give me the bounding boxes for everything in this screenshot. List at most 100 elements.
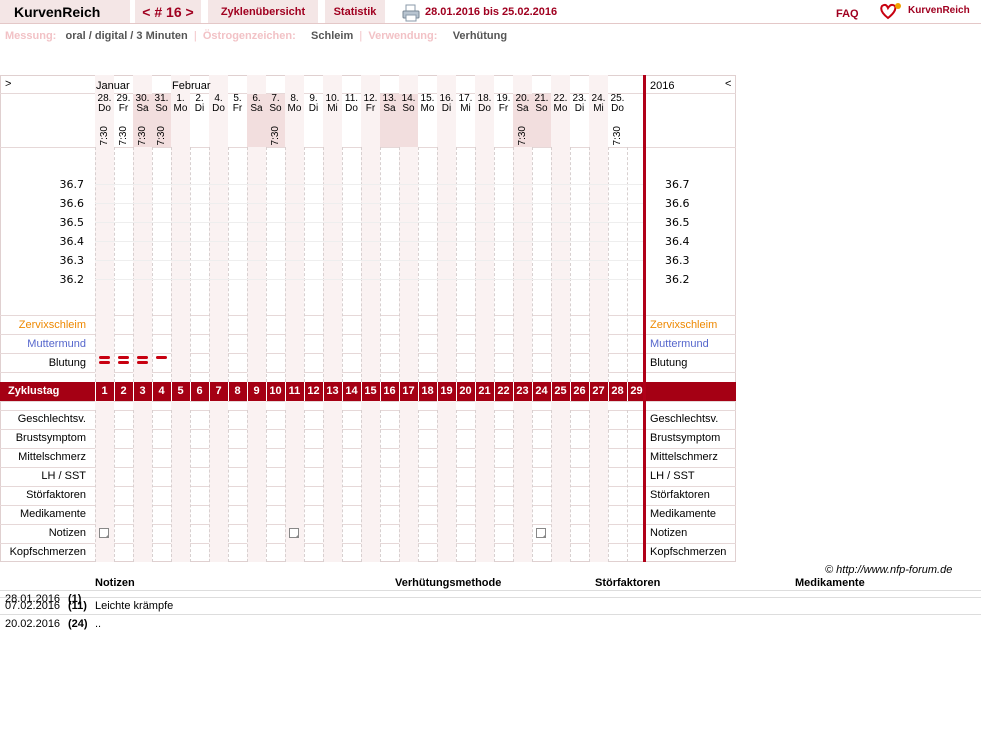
cycle-navigator[interactable]: < # 16 >: [135, 0, 201, 24]
weekday: Di: [194, 103, 205, 114]
prev-nav[interactable]: >: [5, 78, 11, 90]
column-divider: [247, 147, 248, 382]
cycle-day[interactable]: 19: [437, 382, 456, 401]
cycle-day[interactable]: 10: [266, 382, 285, 401]
column-band: [361, 75, 380, 562]
faq-link[interactable]: FAQ: [836, 8, 859, 20]
cycle-day[interactable]: 13: [323, 382, 342, 401]
cycle-day[interactable]: 5: [171, 382, 190, 401]
column-divider: [551, 147, 552, 382]
bleeding-mark: [118, 361, 129, 364]
column-divider: [209, 147, 210, 382]
column-divider: [551, 410, 552, 562]
row-label-bleeding-right: Blutung: [650, 357, 688, 369]
weekday: Mo: [420, 103, 435, 114]
column-divider: [95, 410, 96, 562]
tab-cycle-overview[interactable]: Zyklenübersicht: [208, 0, 318, 24]
row-label-right: Kopfschmerzen: [650, 546, 727, 558]
cycle-day[interactable]: 16: [380, 382, 399, 401]
column-divider: [114, 410, 115, 562]
column-divider: [627, 410, 628, 562]
date-column: 30. Sa 7:30: [133, 94, 152, 146]
cycle-day[interactable]: 3: [133, 382, 152, 401]
next-nav[interactable]: <: [725, 78, 731, 90]
cycle-day[interactable]: 24: [532, 382, 551, 401]
note-icon[interactable]: [536, 528, 546, 538]
bleeding-mark: [99, 356, 110, 359]
column-divider: [437, 410, 438, 562]
weekday: Di: [441, 103, 452, 114]
temperature-label: 36.4: [59, 235, 85, 248]
cycle-day[interactable]: 25: [551, 382, 570, 401]
temperature-gridline: [95, 222, 643, 223]
cycle-day[interactable]: 15: [361, 382, 380, 401]
cycle-day[interactable]: 20: [456, 382, 475, 401]
cycle-day[interactable]: 9: [247, 382, 266, 401]
copyright[interactable]: © http://www.nfp-forum.de: [825, 564, 952, 576]
cycle-day[interactable]: 22: [494, 382, 513, 401]
weekday: Do: [478, 103, 491, 114]
cycle-chart: > Januar Februar 2016 < 28. Do 7:30 29. Fr 7:…: [0, 75, 736, 562]
date-column: 9. Di: [304, 94, 323, 114]
cycle-day[interactable]: 11: [285, 382, 304, 401]
note-icon[interactable]: [99, 528, 109, 538]
row-label: Kopfschmerzen: [9, 546, 86, 558]
column-divider: [361, 410, 362, 562]
printer-icon[interactable]: [402, 4, 420, 22]
measurement-value: oral / digital / 3 Minuten: [65, 30, 188, 42]
logo[interactable]: KurvenReich: [880, 2, 981, 22]
weekday: Di: [308, 103, 319, 114]
cycle-day[interactable]: 1: [95, 382, 114, 401]
notes-table-header: Notizen Verhütungsmethode Störfaktoren M…: [0, 577, 981, 591]
cycle-day[interactable]: 27: [589, 382, 608, 401]
cycle-day[interactable]: 23: [513, 382, 532, 401]
weekday: Mi: [327, 103, 338, 114]
measurement-time: 7:30: [118, 126, 129, 146]
cycle-day[interactable]: 21: [475, 382, 494, 401]
cycle-day[interactable]: 8: [228, 382, 247, 401]
app-title[interactable]: KurvenReich: [0, 0, 130, 24]
weekday: So: [535, 103, 548, 114]
row-label-right: Geschlechtsv.: [650, 413, 719, 425]
column-band: [171, 75, 190, 562]
tab-statistics[interactable]: Statistik: [325, 0, 385, 24]
note-date: 07.02.2016: [5, 600, 61, 612]
column-divider: [532, 410, 533, 562]
column-divider: [304, 147, 305, 382]
note-icon[interactable]: [289, 528, 299, 538]
date-column: 8. Mo: [285, 94, 304, 114]
column-divider: [323, 410, 324, 562]
row-label: Notizen: [48, 527, 86, 539]
temperature-gridline: [95, 279, 643, 280]
temperature-label-right: 36.3: [665, 254, 690, 267]
cycle-day[interactable]: 14: [342, 382, 361, 401]
column-divider: [532, 147, 533, 382]
bleeding-mark: [137, 361, 148, 364]
cycle-day[interactable]: 6: [190, 382, 209, 401]
cycle-day[interactable]: 28: [608, 382, 627, 401]
cycle-day[interactable]: 2: [114, 382, 133, 401]
bleeding-mark: [156, 356, 167, 359]
cycle-day[interactable]: 4: [152, 382, 171, 401]
weekday: Mo: [173, 103, 188, 114]
row-label-right: Notizen: [650, 527, 688, 539]
temperature-label: 36.6: [59, 197, 85, 210]
measurement-time: 7:30: [612, 126, 623, 146]
cycle-day[interactable]: 12: [304, 382, 323, 401]
cycle-day[interactable]: 17: [399, 382, 418, 401]
cycle-day[interactable]: 7: [209, 382, 228, 401]
column-divider: [285, 147, 286, 382]
column-divider: [475, 147, 476, 382]
column-band: [437, 75, 456, 562]
weekday: Mi: [460, 103, 471, 114]
cycle-day[interactable]: 26: [570, 382, 589, 401]
column-divider: [456, 410, 457, 562]
row-label-cervix-position-right: Muttermund: [650, 338, 709, 350]
cycle-day[interactable]: 18: [418, 382, 437, 401]
note-cycle-day: (11): [68, 600, 87, 612]
year-label: 2016: [650, 80, 675, 92]
row-label: Medikamente: [19, 508, 86, 520]
date-column: 18. Do: [475, 94, 494, 114]
column-divider: [494, 410, 495, 562]
weekday: Mo: [287, 103, 302, 114]
